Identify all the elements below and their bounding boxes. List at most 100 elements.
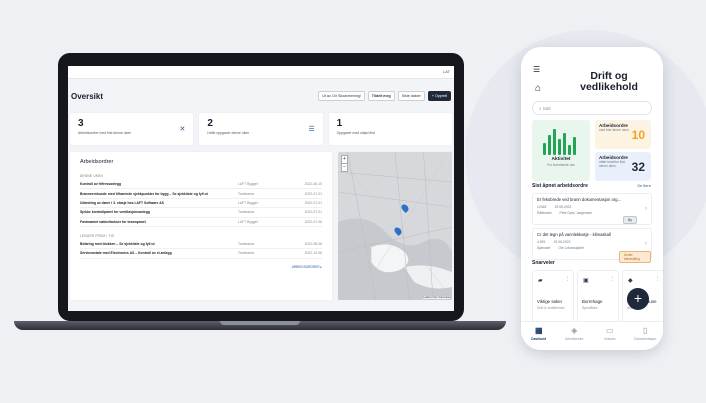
- table-row[interactable]: Kontroll av frifressanlegg LAFT Bygget 202…: [80, 180, 322, 190]
- orders-due-tile[interactable]: Arbeidsordre med frist denne uken 10: [595, 120, 651, 149]
- search-placeholder: Søk: [542, 105, 551, 111]
- stat-card[interactable]: 1 Oppgaver med utløpt frist: [328, 113, 452, 145]
- order-date: 2022-10-06: [304, 251, 322, 256]
- filter-select[interactable]: Siste datoer: [397, 91, 425, 101]
- shortcut-sub: Drift & vedlikehold: [537, 306, 565, 310]
- order-category: LAFT Bygget: [238, 219, 258, 224]
- table-row[interactable]: Fastmøntet nøkkelbokser for brannpanel LA…: [80, 218, 322, 227]
- user-menu[interactable]: LAT: [443, 69, 450, 74]
- table-row[interactable]: Utbedring av dører i 3. etasje hos LAFT …: [80, 199, 322, 209]
- order-category: Tomtearea: [238, 191, 255, 196]
- home-icon[interactable]: ⌂: [535, 83, 541, 94]
- layers-icon: ◆: [628, 278, 633, 284]
- tile-value: 10: [631, 128, 645, 142]
- activity-bar: [553, 129, 556, 155]
- tab-label: Innboks: [604, 337, 616, 341]
- menu-icon[interactable]: ☰: [533, 65, 540, 74]
- activity-bar: [558, 139, 561, 155]
- phone-frame: ☰ ⌂ Drift og vedlikehold ⌕ Søk Aktivitet…: [521, 47, 663, 350]
- order-title: Kontroll av frifressanlegg: [80, 182, 122, 187]
- stat-card[interactable]: 2 Hofte oppgaver denne uken ☰: [199, 113, 323, 145]
- folder-icon: ▰: [538, 278, 543, 284]
- order-title: Sjekke kontrollpanel for ventilasjonsanl…: [80, 210, 150, 215]
- order-date: 2022-07-01: [304, 200, 322, 205]
- activity-bar: [563, 133, 566, 155]
- card-person: Pete Opsl. Jørgensen: [559, 211, 593, 215]
- activity-tile[interactable]: Aktivitet For kommende uke: [532, 120, 590, 181]
- dashboard-icon: ▦: [534, 326, 543, 335]
- card-meta: 4.891 19.06.2022: [537, 240, 647, 244]
- recent-more-link[interactable]: Se flere: [637, 183, 651, 188]
- order-date: 2022-07-01: [304, 210, 322, 215]
- card-place: Rådhuset: [537, 211, 552, 215]
- tab-inbox[interactable]: ▭ Innboks: [592, 322, 628, 350]
- add-button[interactable]: +: [627, 288, 649, 310]
- order-date: 2022-08-08: [304, 242, 322, 247]
- app-title: Drift og vedlikehold: [567, 71, 651, 93]
- page-title: Oversikt: [71, 91, 104, 101]
- zoom-in-button[interactable]: +: [342, 156, 347, 163]
- orders-done-tile[interactable]: Arbeidsordre utført innenfor frist denne…: [595, 152, 651, 181]
- activity-sub: For kommende uke: [547, 163, 575, 167]
- stat-card[interactable]: 3 Arbeidsordrer med frist denne uken ✕: [70, 113, 194, 145]
- map-view[interactable]: + − Leaflet | Kart: Kartverket: [338, 152, 452, 300]
- order-title: Utbedring av dører i 3. etasje hos LAFT …: [80, 200, 164, 205]
- layers-icon: ◈: [571, 326, 578, 335]
- group-label: DENNE UKEN: [80, 174, 103, 178]
- order-date: 2022-06-10: [304, 182, 322, 187]
- activity-bars: [543, 127, 579, 155]
- order-card[interactable]: Er fekobrede ved brann dokumentasjon org…: [532, 193, 652, 225]
- tab-label: Dashbord: [531, 337, 547, 341]
- shortcut-label: Viktige saker: [537, 299, 563, 304]
- tab-bar: ▦ Dashbord ◈ Arbeidsordre ▭ Innboks ▯ Dokume…: [521, 321, 663, 350]
- new-button-label: Opprett: [435, 94, 447, 98]
- content-area: Arbeidsordrer DENNE UKEN Kontroll av fri…: [68, 152, 454, 300]
- stat-label: Oppgaver med utløpt frist: [336, 131, 375, 135]
- activity-bar: [543, 143, 546, 155]
- more-icon[interactable]: ⋮: [655, 276, 660, 282]
- order-date: 2022-07-06: [304, 219, 322, 224]
- top-bar: LAT: [68, 66, 454, 79]
- more-icon[interactable]: ⋮: [565, 276, 570, 282]
- tab-work-orders[interactable]: ◈ Arbeidsordre: [557, 322, 593, 350]
- scan-button[interactable]: Ut av. Dir Skoavmening!: [318, 91, 365, 101]
- new-button[interactable]: + Opprett: [427, 91, 451, 101]
- tools-icon: ✕: [179, 126, 186, 133]
- card-title: Er fekobrede ved brann dokumentasjon org…: [537, 197, 622, 202]
- tab-documents[interactable]: ▯ Dokumentasjon: [628, 322, 664, 350]
- more-icon[interactable]: ⋮: [610, 276, 615, 282]
- app-title-line2: vedlikehold: [580, 81, 638, 93]
- tab-dashboard[interactable]: ▦ Dashbord: [521, 322, 557, 350]
- page-header: Oversikt Ut av. Dir Skoavmening! Tildelt…: [68, 79, 454, 113]
- document-icon: ▯: [643, 326, 648, 335]
- order-category: Tomtearea: [238, 242, 255, 247]
- order-category: Tomtearea: [238, 210, 255, 215]
- order-card[interactable]: Cr det tegn på vannlekkasje - klimaskall…: [532, 228, 652, 263]
- tile-sub: med frist denne uken: [599, 128, 629, 132]
- map-attribution: Leaflet | Kart: Kartverket: [423, 296, 450, 299]
- chevron-right-icon: ›: [645, 241, 647, 247]
- period-select[interactable]: Tildelt meg: [367, 91, 395, 101]
- stats-row: 3 Arbeidsordrer med frist denne uken ✕ 2…: [68, 113, 454, 145]
- recent-title: Sist åpnet arbeidsordre: [532, 183, 588, 189]
- header-actions: Ut av. Dir Skoavmening! Tildelt meg Sist…: [318, 91, 451, 101]
- table-row[interactable]: Befaring med blokken – Se sjekkliste og …: [80, 240, 322, 250]
- table-row[interactable]: Brannvernkunde med tilhørende sjekkpunkt…: [80, 189, 322, 199]
- tab-label: Arbeidsordre: [565, 337, 584, 341]
- activity-bar: [573, 137, 576, 155]
- table-row[interactable]: Sjekke kontrollpanel for ventilasjonsanl…: [80, 208, 322, 218]
- zoom-out-button[interactable]: −: [342, 163, 347, 171]
- card-id: 4.891: [537, 239, 546, 244]
- card-meta: 12345 19.06.2022: [537, 205, 647, 209]
- search-input[interactable]: ⌕ Søk: [532, 101, 652, 115]
- order-category: LAFT Bygget: [238, 182, 258, 187]
- order-title: Befaring med blokken – Se sjekkliste og …: [80, 242, 155, 247]
- list-icon: ☰: [308, 126, 315, 133]
- activity-bar: [548, 135, 551, 155]
- card-id: 12345: [537, 204, 547, 209]
- shortcut-sub: Spesifikke: [582, 306, 598, 310]
- status-badge: Ny: [623, 216, 637, 224]
- table-row[interactable]: Serviceavtale med Electronics AS – Kontr…: [80, 249, 322, 259]
- card-meta: Sjøhuset Ole Lohansplanfi: [537, 246, 647, 250]
- more-orders-link[interactable]: ARBEIDSORDRER ▸: [80, 265, 322, 269]
